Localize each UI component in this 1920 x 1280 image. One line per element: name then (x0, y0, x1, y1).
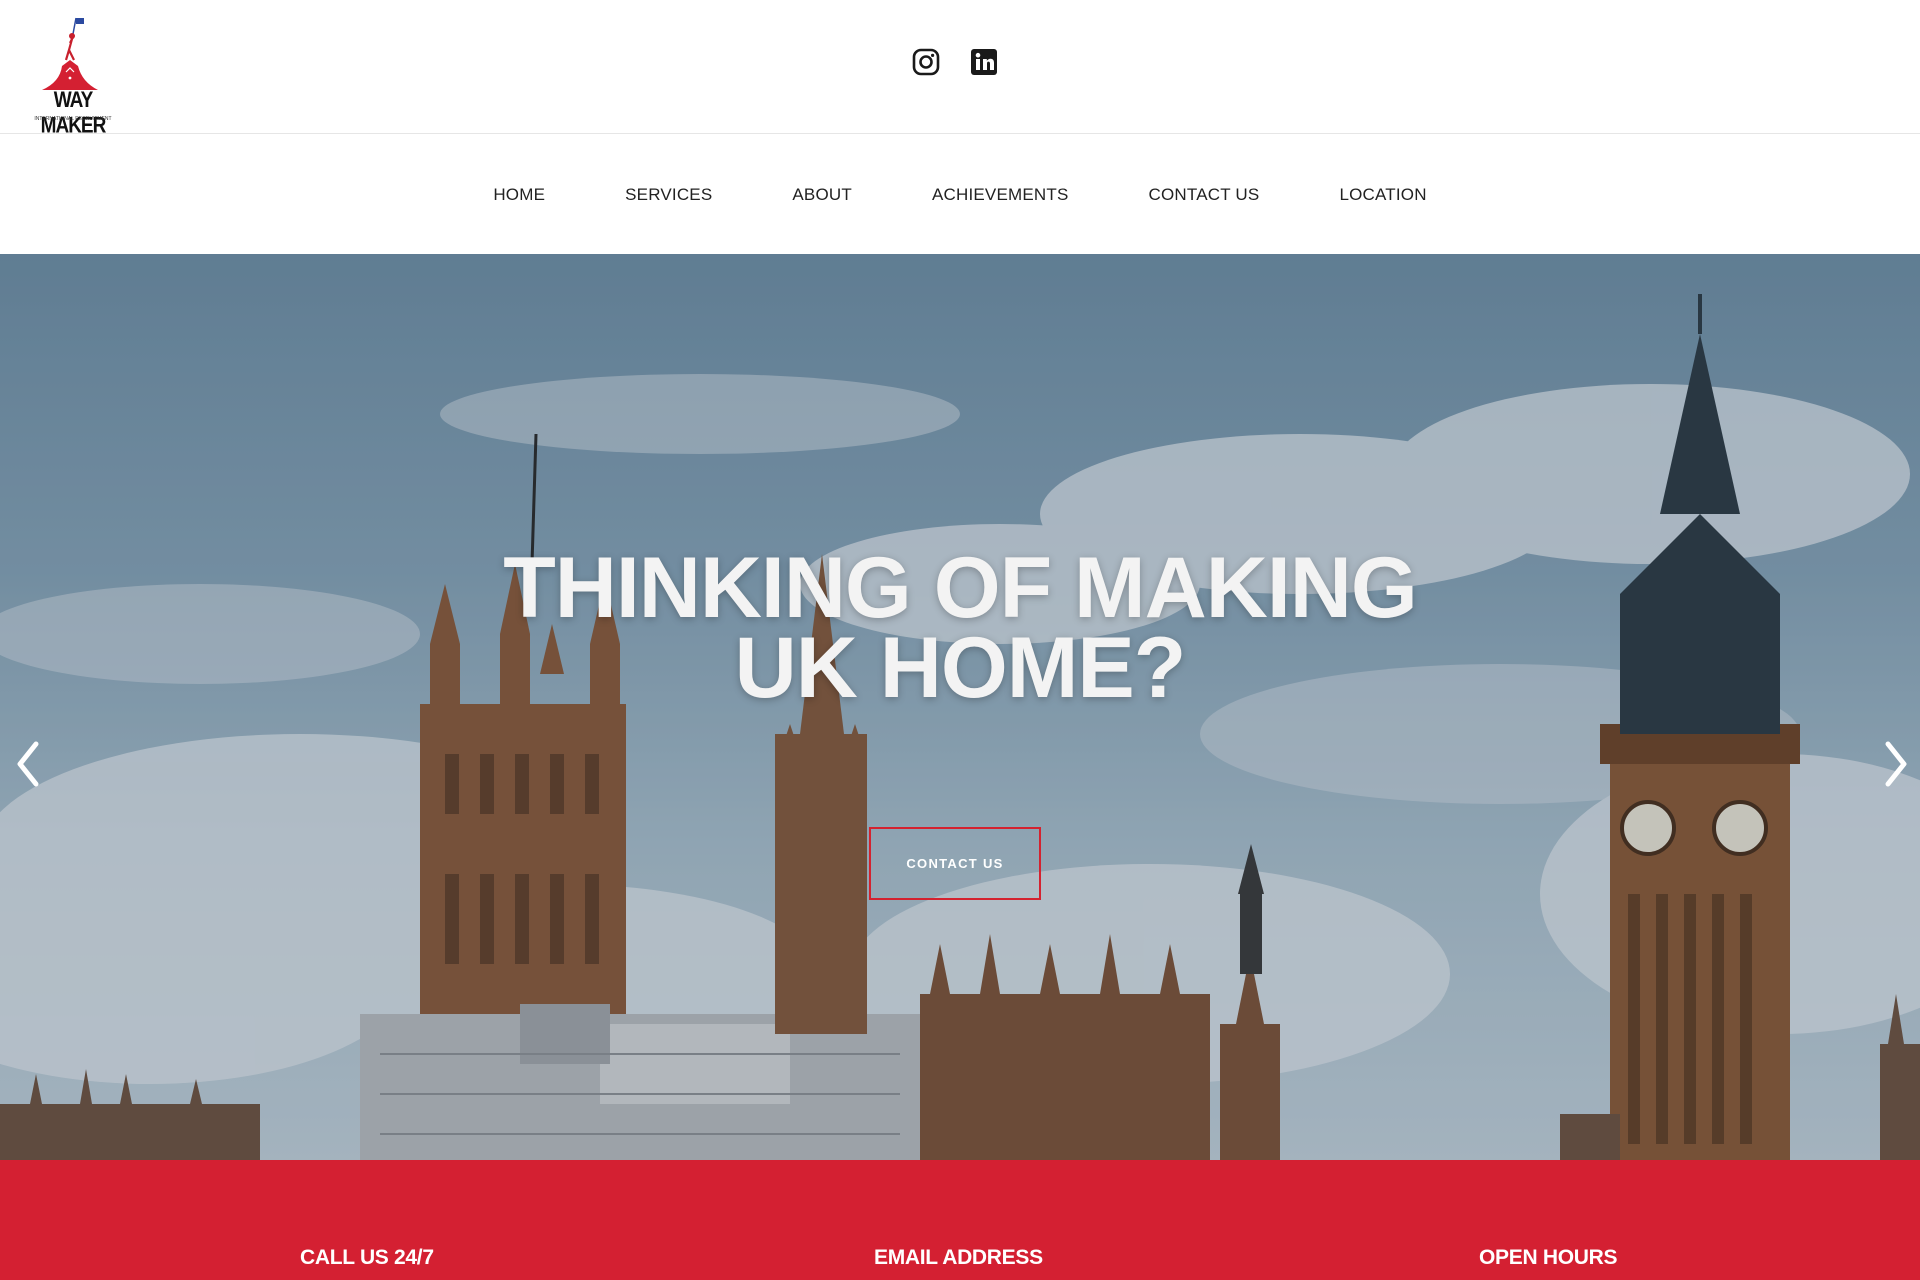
contact-info-bar: CALL US 24/7 EMAIL ADDRESS OPEN HOURS (0, 1160, 1920, 1280)
nav-item-contact-us: CONTACT US (1109, 185, 1300, 205)
nav-link-location[interactable]: LOCATION (1299, 185, 1466, 205)
brand-logo[interactable]: WAY MAKER INTERNATIONAL RECRUITMENT (26, 16, 120, 138)
nav-item-home: HOME (453, 185, 585, 205)
nav-item-services: SERVICES (585, 185, 752, 205)
brand-tagline: INTERNATIONAL RECRUITMENT (34, 116, 112, 122)
top-bar: WAY MAKER INTERNATIONAL RECRUITMENT (0, 0, 1920, 138)
nav-item-achievements: ACHIEVEMENTS (892, 185, 1109, 205)
info-email-heading: EMAIL ADDRESS (874, 1246, 1043, 1269)
instagram-icon (912, 48, 940, 76)
instagram-link[interactable] (912, 48, 940, 76)
nav-link-contact-us[interactable]: CONTACT US (1109, 185, 1300, 205)
hero-headline: THINKING OF MAKING UK HOME? (0, 540, 1920, 716)
nav-item-about: ABOUT (752, 185, 892, 205)
main-nav: HOME SERVICES ABOUT ACHIEVEMENTS CONTACT… (0, 135, 1920, 254)
nav-link-services[interactable]: SERVICES (585, 185, 752, 205)
info-call-heading: CALL US 24/7 (300, 1246, 434, 1269)
hero-headline-line-1: THINKING OF MAKING (503, 540, 1418, 636)
info-hours-heading: OPEN HOURS (1479, 1246, 1618, 1269)
social-links (912, 48, 998, 76)
nav-list: HOME SERVICES ABOUT ACHIEVEMENTS CONTACT… (453, 185, 1466, 205)
hero-headline-line-2: UK HOME? (734, 620, 1187, 716)
chevron-left-icon (17, 741, 39, 787)
nav-link-about[interactable]: ABOUT (752, 185, 892, 205)
linkedin-link[interactable] (970, 48, 998, 76)
logo-figure-icon (42, 17, 98, 90)
slider-prev-button[interactable] (8, 734, 48, 794)
nav-item-location: LOCATION (1299, 185, 1466, 205)
hero-slider: THINKING OF MAKING UK HOME? CONTACT US (0, 254, 1920, 1161)
chevron-right-icon (1885, 741, 1907, 787)
hero-contact-us-button[interactable]: CONTACT US (869, 827, 1041, 900)
brand-name: WAY MAKER (40, 88, 107, 139)
linkedin-icon (971, 49, 997, 75)
nav-link-achievements[interactable]: ACHIEVEMENTS (892, 185, 1109, 205)
slider-next-button[interactable] (1876, 734, 1916, 794)
nav-link-home[interactable]: HOME (453, 185, 585, 205)
